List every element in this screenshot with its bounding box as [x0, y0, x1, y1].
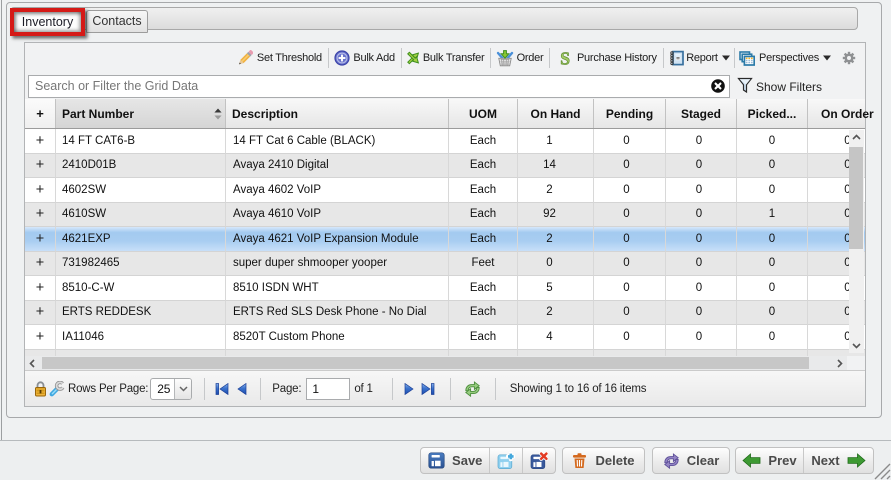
svg-text:S: S — [561, 50, 570, 67]
